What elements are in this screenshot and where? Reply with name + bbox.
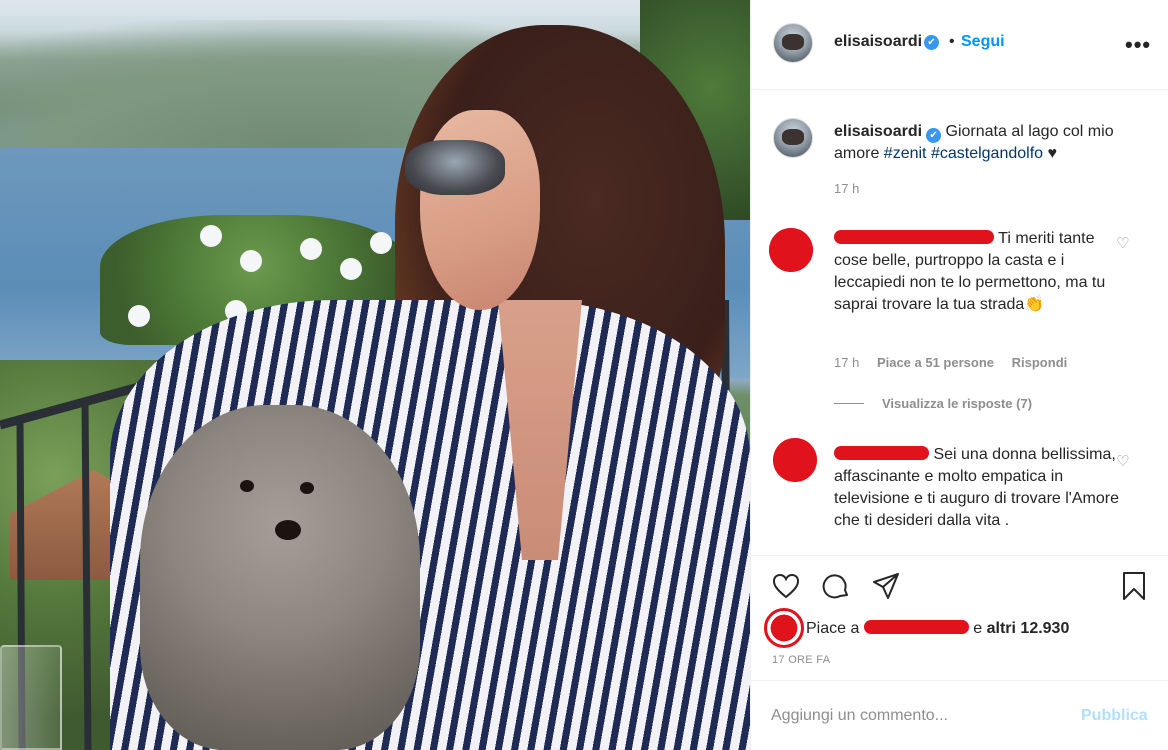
comment-text: Sei una donna bellissima, affascinante e…: [834, 446, 1119, 529]
post-header: elisaisoardi ✔ • Segui •••: [751, 0, 1168, 90]
likes-count[interactable]: altri 12.930: [987, 620, 1070, 637]
verified-badge-icon: ✔: [924, 35, 939, 50]
like-heart-icon[interactable]: [771, 571, 801, 601]
redacted-username: [834, 230, 994, 244]
post-panel: elisaisoardi ✔ • Segui ••• elisaisoardi ✔…: [750, 0, 1168, 750]
view-replies-button[interactable]: Visualizza le risposte (7): [834, 396, 1032, 411]
replies-line: [834, 403, 864, 404]
follow-button[interactable]: Segui: [961, 33, 1005, 51]
post-photo[interactable]: [0, 0, 750, 750]
author-username[interactable]: elisaisoardi: [834, 33, 922, 51]
comment-avatar[interactable]: [773, 438, 817, 482]
caption-username[interactable]: elisaisoardi: [834, 123, 922, 140]
comment-like-heart-icon[interactable]: ♡: [1116, 454, 1134, 470]
author-avatar[interactable]: [773, 23, 813, 63]
comment-likes-count[interactable]: Piace a 51 persone: [877, 355, 994, 370]
photo-dog: [140, 405, 420, 750]
comment-time[interactable]: 17 h: [834, 355, 859, 370]
post-actions: Piace a e altri 12.930 17 ORE FA: [751, 555, 1168, 680]
comment-text: Ti meriti tante cose belle, purtroppo la…: [834, 230, 1106, 313]
caption-heart: ♥: [1043, 145, 1057, 162]
dog-eye: [300, 482, 314, 494]
verified-badge-icon: ✔: [926, 128, 942, 143]
dog-nose: [275, 520, 301, 540]
publish-button[interactable]: Pubblica: [1081, 707, 1148, 725]
caption-text: elisaisoardi ✔ Giornata al lago col mio a…: [834, 121, 1144, 165]
comment-like-heart-icon[interactable]: ♡: [1116, 236, 1134, 252]
hashtag-link[interactable]: #castelgandolfo: [931, 145, 1043, 162]
add-comment-bar: Pubblica: [751, 680, 1168, 750]
photo-sunglasses: [405, 140, 505, 195]
likes-summary[interactable]: Piace a e altri 12.930: [806, 620, 1069, 638]
separator-dot: •: [949, 33, 955, 50]
comments-list[interactable]: elisaisoardi ✔ Giornata al lago col mio a…: [751, 91, 1168, 555]
post-time-ago[interactable]: 17 ORE FA: [772, 654, 830, 666]
reply-button[interactable]: Rispondi: [1012, 355, 1068, 370]
dog-eye: [240, 480, 254, 492]
comment-meta: 17 h Piace a 51 persone Rispondi: [834, 355, 1081, 370]
more-options-icon[interactable]: •••: [1125, 32, 1151, 58]
save-bookmark-icon[interactable]: [1119, 571, 1149, 601]
comment-input[interactable]: [771, 701, 1071, 731]
liker-avatar[interactable]: [764, 608, 804, 648]
comment-bubble-icon[interactable]: [821, 571, 851, 601]
share-send-icon[interactable]: [871, 571, 901, 601]
redacted-username: [834, 446, 929, 460]
photo-glass: [0, 645, 62, 750]
caption-avatar[interactable]: [773, 118, 813, 158]
hashtag-link[interactable]: #zenit: [884, 145, 927, 162]
redacted-username: [863, 620, 969, 634]
comment-avatar[interactable]: [769, 228, 813, 272]
caption-time[interactable]: 17 h: [834, 181, 859, 196]
